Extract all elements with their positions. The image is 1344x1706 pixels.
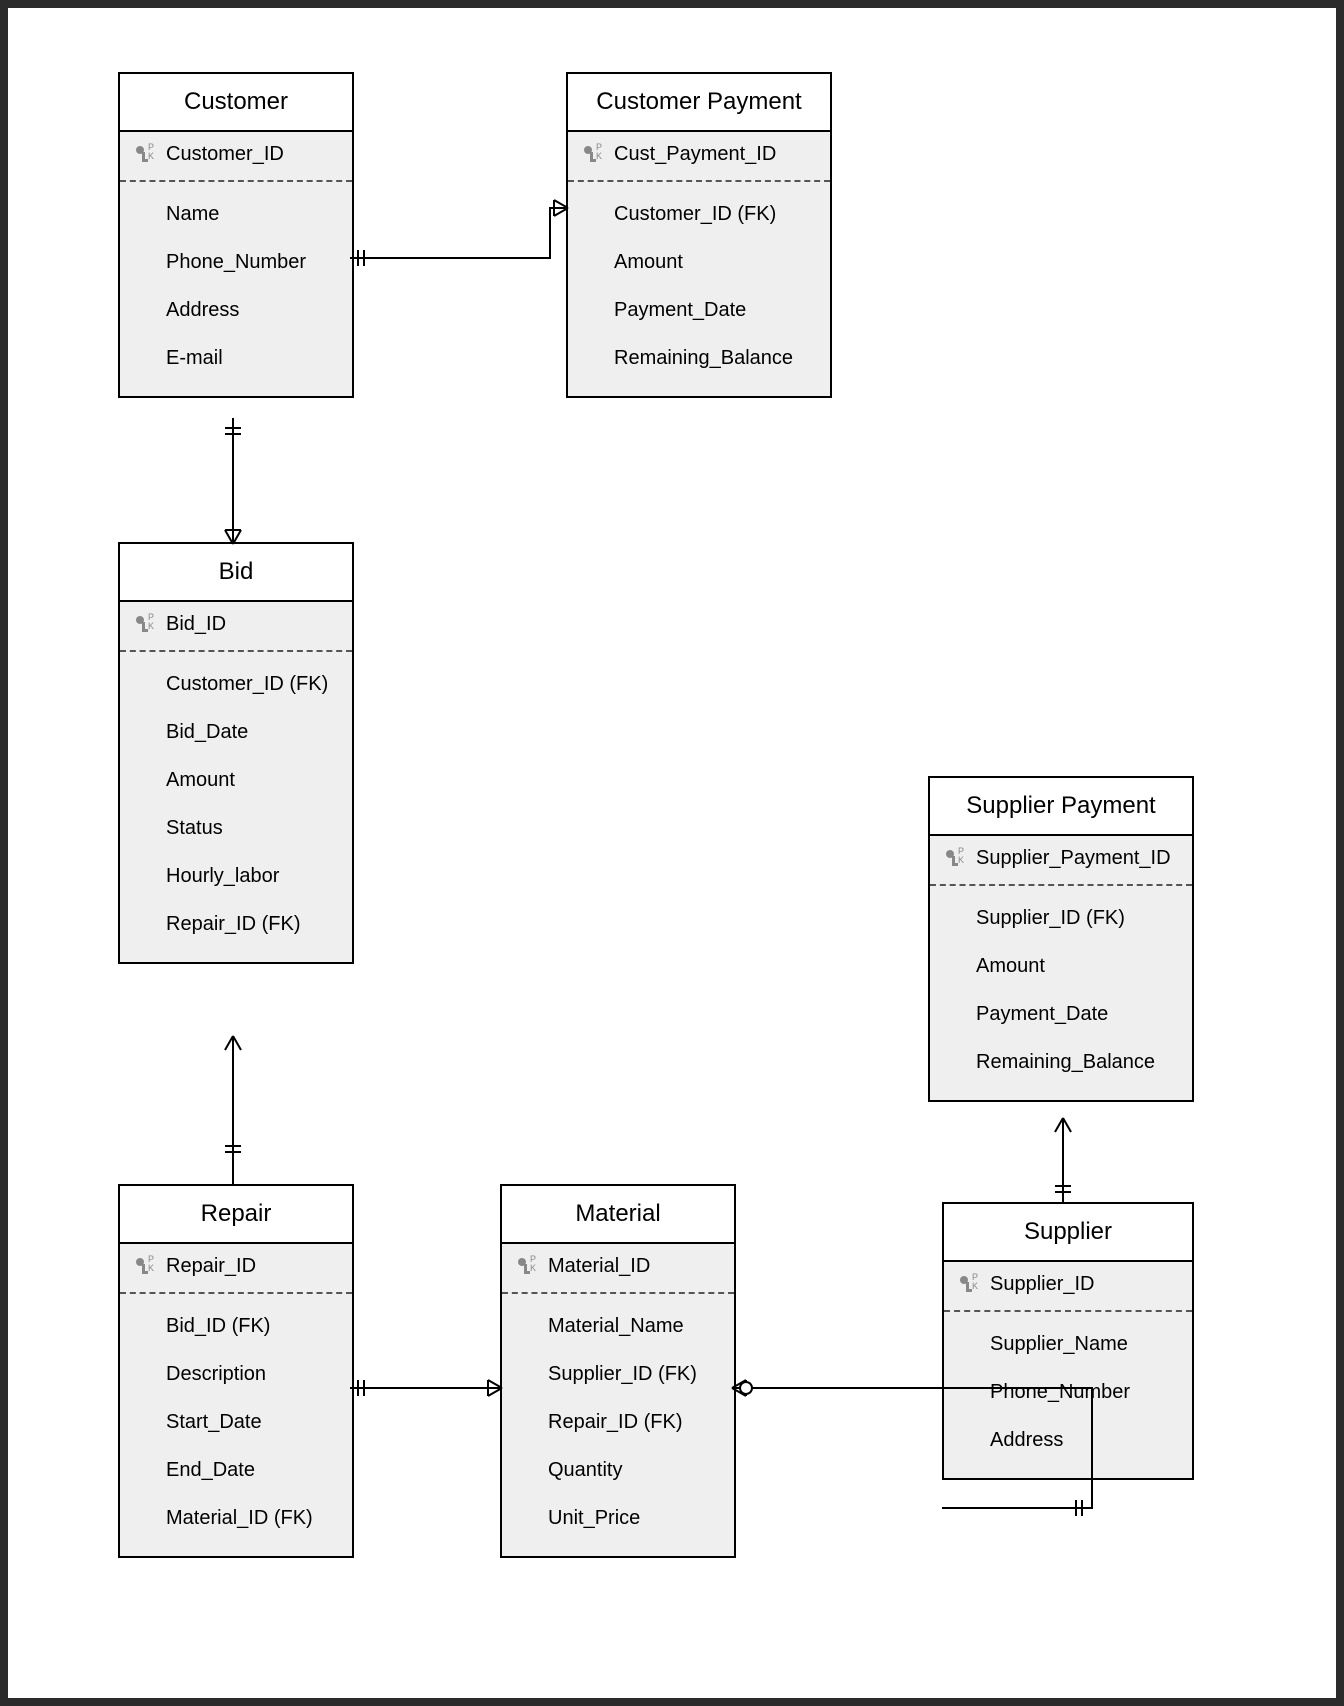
attr: Material_Name — [548, 1302, 722, 1350]
attr: Address — [166, 286, 340, 334]
entity-customer-payment[interactable]: Customer Payment PK Cust_Payment_ID Cust… — [566, 72, 832, 398]
svg-text:K: K — [530, 1263, 536, 1273]
svg-text:K: K — [596, 151, 602, 161]
svg-text:K: K — [148, 1263, 154, 1273]
entity-repair[interactable]: Repair PK Repair_ID Bid_ID (FK) Descript… — [118, 1184, 354, 1558]
attr: Amount — [976, 942, 1180, 990]
attr: Unit_Price — [548, 1494, 722, 1542]
attr: Repair_ID (FK) — [548, 1398, 722, 1446]
key-icon: PK — [132, 142, 166, 166]
pk-label: Supplier_ID — [990, 1273, 1095, 1296]
entity-title: Repair — [120, 1186, 352, 1244]
attr: Amount — [166, 756, 340, 804]
pk-label: Customer_ID — [166, 143, 284, 166]
rel-customer-bid — [218, 418, 248, 544]
attr: End_Date — [166, 1446, 340, 1494]
attr: Supplier_ID (FK) — [976, 894, 1180, 942]
entity-supplier-payment[interactable]: Supplier Payment PK Supplier_Payment_ID … — [928, 776, 1194, 1102]
attr: Supplier_ID (FK) — [548, 1350, 722, 1398]
attr: Address — [990, 1416, 1180, 1464]
attr: Bid_ID (FK) — [166, 1302, 340, 1350]
pk-label: Cust_Payment_ID — [614, 143, 776, 166]
entity-title: Bid — [120, 544, 352, 602]
svg-text:K: K — [972, 1281, 978, 1291]
attr: Remaining_Balance — [976, 1038, 1180, 1086]
attr: Supplier_Name — [990, 1320, 1180, 1368]
entity-title: Material — [502, 1186, 734, 1244]
attr: Bid_Date — [166, 708, 340, 756]
attr: Amount — [614, 238, 818, 286]
attr: Phone_Number — [990, 1368, 1180, 1416]
attr: Name — [166, 190, 340, 238]
attr: Customer_ID (FK) — [614, 190, 818, 238]
attr-list: Supplier_ID (FK) Amount Payment_Date Rem… — [930, 886, 1192, 1100]
attr: E-mail — [166, 334, 340, 382]
attr-list: Customer_ID (FK) Amount Payment_Date Rem… — [568, 182, 830, 396]
key-icon: PK — [942, 846, 976, 870]
attr: Description — [166, 1350, 340, 1398]
pk-label: Supplier_Payment_ID — [976, 847, 1171, 870]
entity-title: Supplier Payment — [930, 778, 1192, 836]
pk-row: PK Supplier_ID — [944, 1262, 1192, 1312]
svg-text:K: K — [148, 151, 154, 161]
rel-bid-repair — [218, 1036, 248, 1186]
attr: Quantity — [548, 1446, 722, 1494]
attr: Repair_ID (FK) — [166, 900, 340, 948]
attr-list: Bid_ID (FK) Description Start_Date End_D… — [120, 1294, 352, 1556]
svg-text:K: K — [148, 621, 154, 631]
attr-list: Material_Name Supplier_ID (FK) Repair_ID… — [502, 1294, 734, 1556]
pk-row: PK Cust_Payment_ID — [568, 132, 830, 182]
attr: Status — [166, 804, 340, 852]
entity-material[interactable]: Material PK Material_ID Material_Name Su… — [500, 1184, 736, 1558]
attr: Payment_Date — [614, 286, 818, 334]
entity-bid[interactable]: Bid PK Bid_ID Customer_ID (FK) Bid_Date … — [118, 542, 354, 964]
attr-list: Name Phone_Number Address E-mail — [120, 182, 352, 396]
pk-label: Material_ID — [548, 1255, 650, 1278]
key-icon: PK — [132, 1254, 166, 1278]
pk-label: Bid_ID — [166, 613, 226, 636]
pk-row: PK Repair_ID — [120, 1244, 352, 1294]
entity-customer[interactable]: Customer PK Customer_ID Name Phone_Numbe… — [118, 72, 354, 398]
key-icon: PK — [956, 1272, 990, 1296]
entity-title: Customer Payment — [568, 74, 830, 132]
key-icon: PK — [132, 612, 166, 636]
pk-row: PK Supplier_Payment_ID — [930, 836, 1192, 886]
key-icon: PK — [580, 142, 614, 166]
rel-customer-customerpayment — [350, 198, 568, 268]
entity-title: Customer — [120, 74, 352, 132]
rel-supplier-supplierpayment — [1048, 1118, 1078, 1204]
attr-list: Customer_ID (FK) Bid_Date Amount Status … — [120, 652, 352, 962]
key-icon: PK — [514, 1254, 548, 1278]
svg-text:K: K — [958, 855, 964, 865]
entity-supplier[interactable]: Supplier PK Supplier_ID Supplier_Name Ph… — [942, 1202, 1194, 1480]
pk-row: PK Customer_ID — [120, 132, 352, 182]
attr: Start_Date — [166, 1398, 340, 1446]
pk-row: PK Bid_ID — [120, 602, 352, 652]
er-diagram-canvas: { "entities": { "customer": { "title": "… — [0, 0, 1344, 1706]
rel-repair-material — [350, 1378, 502, 1398]
attr: Phone_Number — [166, 238, 340, 286]
attr-list: Supplier_Name Phone_Number Address — [944, 1312, 1192, 1478]
attr: Hourly_labor — [166, 852, 340, 900]
pk-row: PK Material_ID — [502, 1244, 734, 1294]
attr: Material_ID (FK) — [166, 1494, 340, 1542]
entity-title: Supplier — [944, 1204, 1192, 1262]
attr: Customer_ID (FK) — [166, 660, 340, 708]
attr: Payment_Date — [976, 990, 1180, 1038]
attr: Remaining_Balance — [614, 334, 818, 382]
pk-label: Repair_ID — [166, 1255, 256, 1278]
